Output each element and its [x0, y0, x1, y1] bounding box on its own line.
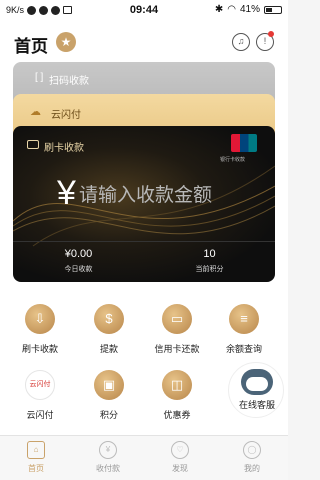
grid-item-coupon[interactable]: ◫ 优惠券	[141, 370, 213, 421]
tab-payments[interactable]: ¥ 收付款	[72, 441, 144, 474]
bluetooth-icon: ✱	[214, 4, 224, 15]
tab-label: 首页	[28, 464, 44, 473]
wifi-icon: ◠	[227, 4, 236, 15]
tab-mine[interactable]: ◯ 我的	[216, 441, 288, 474]
bottom-tab-bar: ⌂ 首页 ¥ 收付款 ♡ 发现 ◯ 我的	[0, 435, 288, 480]
card-swipe-title: 刷卡收款	[44, 143, 84, 154]
yen-symbol: ¥	[57, 174, 76, 212]
card-stats: ¥0.00 今日收款 10 当前积分	[13, 241, 275, 282]
balance-list-icon: ≡	[229, 304, 259, 334]
grid-item-label: 积分	[99, 410, 118, 420]
grid-item-label: 信用卡还款	[154, 344, 200, 354]
headset-icon[interactable]: ♫	[232, 33, 250, 51]
grid-item-label: 余额查询	[225, 344, 262, 354]
quickpass-label: 云闪付	[51, 110, 81, 121]
current-points-value: 10	[203, 248, 216, 260]
card-swipe-panel[interactable]: 刷卡收款 银行卡收款 ¥ 请输入收款金额 ¥0.00 今日收款 10 当前积分	[13, 126, 275, 282]
grid-item-quickpass[interactable]: 云闪付 云闪付	[4, 370, 76, 421]
quickpass-icon: 云闪付	[25, 370, 55, 400]
credit-card-icon: ▭	[162, 304, 192, 334]
amount-input[interactable]: 请输入收款金额	[79, 180, 212, 207]
tab-label: 发现	[172, 464, 188, 473]
page-header: 首页 ★ ♫ !	[0, 22, 288, 62]
notification-dot	[268, 31, 274, 37]
cloud-icon: ☁	[30, 106, 41, 118]
grid-item-label: 优惠券	[163, 410, 191, 420]
tab-label: 我的	[244, 464, 260, 473]
page-title: 首页	[14, 37, 48, 56]
grid-item-withdraw[interactable]: $ 提款	[73, 304, 145, 355]
scan-icon: [ ]	[35, 72, 44, 83]
home-icon: ⌂	[27, 441, 45, 459]
grid-item-label: 刷卡收款	[21, 344, 58, 354]
money-bag-icon: $	[94, 304, 124, 334]
today-receipts: ¥0.00 今日收款	[13, 248, 144, 274]
tab-label: 收付款	[96, 464, 120, 473]
grid-item-label: 云闪付	[26, 410, 54, 420]
card-icon	[27, 140, 39, 149]
grid-item-credit-repay[interactable]: ▭ 信用卡还款	[141, 304, 213, 355]
current-points: 10 当前积分	[144, 248, 275, 274]
grid-item-label: 提款	[99, 344, 118, 354]
today-receipts-value: ¥0.00	[64, 248, 93, 260]
star-icon[interactable]: ★	[56, 32, 76, 52]
status-bar: 9K/s 09:44 ✱ ◠ 41%	[0, 0, 288, 22]
battery-percent: 41%	[239, 4, 260, 15]
heart-icon: ♡	[171, 441, 189, 459]
grid-item-card-swipe[interactable]: ⇩ 刷卡收款	[4, 304, 76, 355]
yen-icon: ¥	[99, 441, 117, 459]
current-points-label: 当前积分	[195, 266, 224, 273]
grid-item-points[interactable]: ▣ 积分	[73, 370, 145, 421]
grid-item-balance-query[interactable]: ≡ 余额查询	[208, 304, 280, 355]
unionpay-logo-icon	[231, 134, 257, 152]
user-icon: ◯	[243, 441, 261, 459]
koala-mascot-icon	[241, 369, 273, 395]
gift-icon: ▣	[94, 370, 124, 400]
status-right: ✱ ◠ 41%	[215, 4, 282, 15]
unionpay-caption: 银行卡收款	[220, 157, 246, 163]
scan-pay-label: 扫码收款	[49, 76, 89, 87]
battery-icon	[264, 5, 282, 14]
card-stack: [ ] 扫码收款 ☁ 云闪付 刷卡收款 银行卡收款 ¥ 请输入收款金额 ¥0.0…	[0, 62, 288, 290]
online-service-label[interactable]: 在线客服	[228, 398, 286, 411]
arrow-down-icon: ⇩	[25, 304, 55, 334]
today-receipts-label: 今日收款	[64, 266, 93, 273]
tab-home[interactable]: ⌂ 首页	[0, 441, 72, 474]
tab-discover[interactable]: ♡ 发现	[144, 441, 216, 474]
coupon-icon: ◫	[162, 370, 192, 400]
